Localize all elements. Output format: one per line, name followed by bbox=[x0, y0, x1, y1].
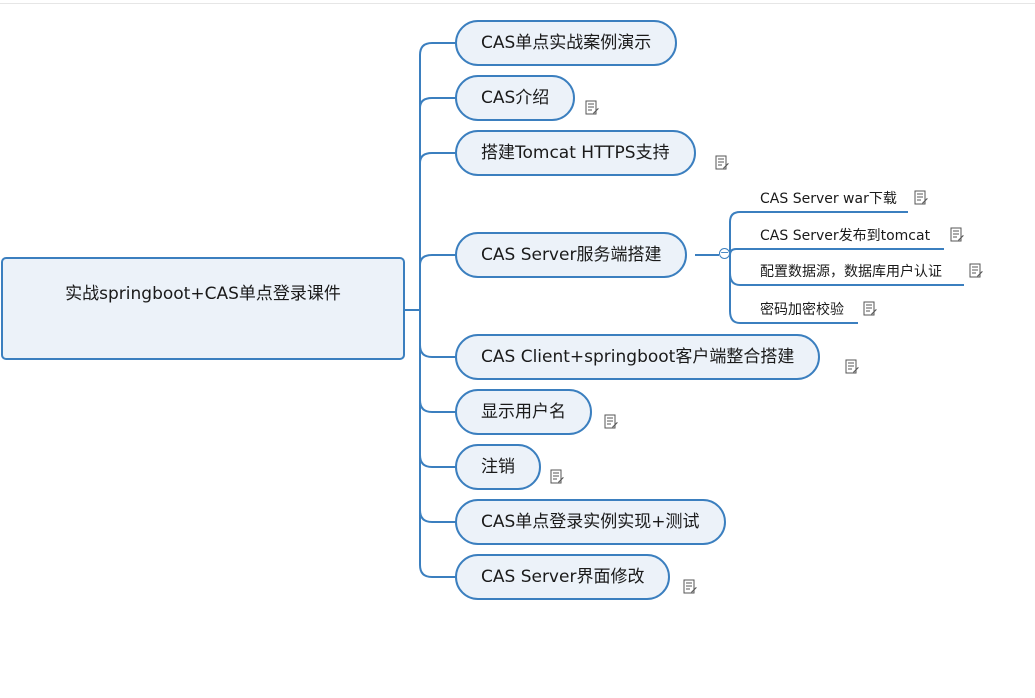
topic-ui-modify[interactable]: CAS Server界面修改 bbox=[455, 554, 671, 600]
subtopic-datasource[interactable]: 配置数据源，数据库用户认证 bbox=[754, 261, 948, 283]
topic-label: CAS Server界面修改 bbox=[481, 567, 645, 587]
sub-branch-0 bbox=[729, 211, 908, 223]
subtopic-label: CAS Server war下载 bbox=[760, 191, 897, 207]
collapse-toggle[interactable]: − bbox=[719, 246, 730, 259]
branch-3 bbox=[419, 254, 456, 266]
topic-label: CAS介绍 bbox=[481, 88, 550, 108]
sub-branch-1 bbox=[729, 248, 944, 256]
topic-cas-intro[interactable]: CAS介绍 bbox=[455, 75, 576, 121]
topic-label: 注销 bbox=[481, 457, 515, 477]
topic-tomcat-https[interactable]: 搭建Tomcat HTTPS支持 bbox=[455, 130, 696, 176]
note-icon[interactable] bbox=[950, 227, 964, 243]
topic-show-username[interactable]: 显示用户名 bbox=[455, 389, 592, 435]
topic-sso-test[interactable]: CAS单点登录实例实现+测试 bbox=[455, 499, 726, 545]
topic-label: 搭建Tomcat HTTPS支持 bbox=[481, 143, 670, 163]
branch-6 bbox=[419, 454, 456, 468]
topic-label: CAS单点登录实例实现+测试 bbox=[481, 512, 700, 532]
note-icon[interactable] bbox=[585, 100, 599, 116]
subtopic-label: 配置数据源，数据库用户认证 bbox=[760, 264, 942, 280]
subtopic-deploy-tomcat[interactable]: CAS Server发布到tomcat bbox=[754, 225, 936, 247]
topic-cas-client[interactable]: CAS Client+springboot客户端整合搭建 bbox=[455, 334, 821, 380]
collapse-icon: − bbox=[720, 246, 730, 259]
subtopic-war-download[interactable]: CAS Server war下载 bbox=[754, 188, 903, 210]
topic-label: CAS单点实战案例演示 bbox=[481, 33, 652, 53]
topic-cas-server-setup[interactable]: CAS Server服务端搭建 bbox=[455, 232, 688, 278]
subtopic-label: CAS Server发布到tomcat bbox=[760, 228, 931, 244]
branch-4 bbox=[419, 344, 456, 358]
note-icon[interactable] bbox=[683, 579, 697, 595]
topic-logout[interactable]: 注销 bbox=[455, 444, 541, 490]
topic-cas-demo[interactable]: CAS单点实战案例演示 bbox=[455, 20, 678, 66]
topic-label: CAS Server服务端搭建 bbox=[481, 245, 662, 265]
topic-label: CAS Client+springboot客户端整合搭建 bbox=[481, 347, 795, 367]
note-icon[interactable] bbox=[715, 155, 729, 171]
subtopic-password-check[interactable]: 密码加密校验 bbox=[754, 299, 850, 321]
branch-2 bbox=[419, 152, 456, 164]
root-topic-label: 实战springboot+CAS单点登录课件 bbox=[65, 284, 341, 304]
note-icon[interactable] bbox=[863, 301, 877, 317]
note-icon[interactable] bbox=[845, 359, 859, 375]
note-icon[interactable] bbox=[969, 263, 983, 279]
branch-0 bbox=[419, 42, 456, 56]
note-icon[interactable] bbox=[914, 190, 928, 206]
note-icon[interactable] bbox=[604, 414, 618, 430]
note-icon[interactable] bbox=[550, 469, 564, 485]
branch-7 bbox=[419, 509, 456, 523]
subtopic-label: 密码加密校验 bbox=[760, 302, 844, 318]
branch-8 bbox=[419, 564, 456, 578]
branch-5 bbox=[419, 399, 456, 413]
branch-1 bbox=[419, 97, 456, 109]
topic-label: 显示用户名 bbox=[481, 402, 566, 422]
root-topic[interactable]: 实战springboot+CAS单点登录课件 bbox=[1, 257, 405, 360]
